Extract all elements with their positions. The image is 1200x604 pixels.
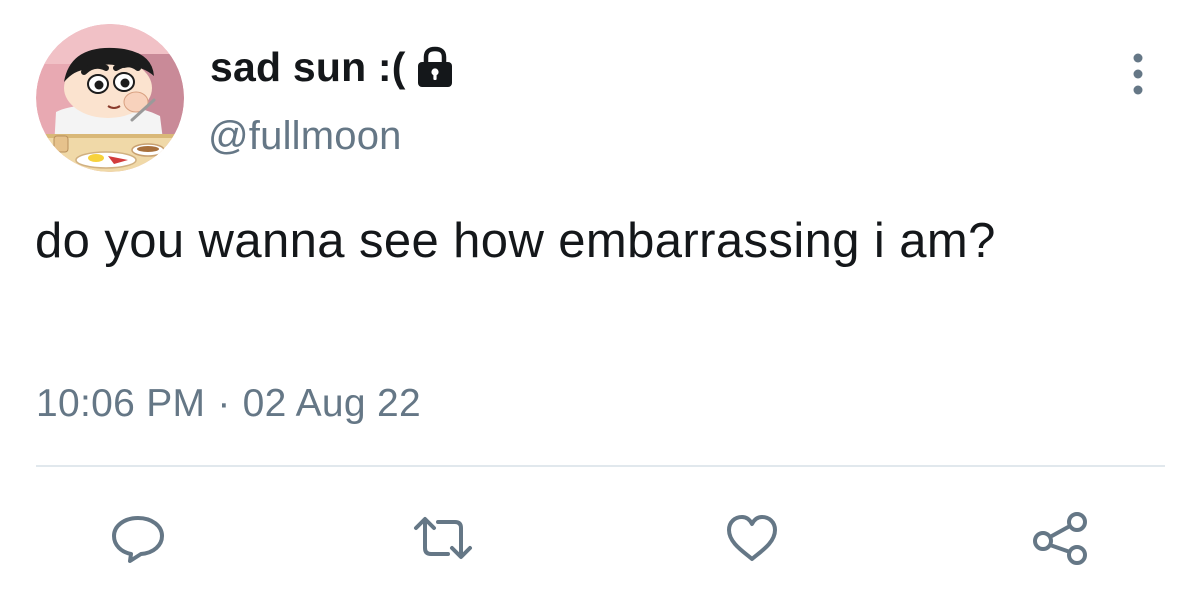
tweet-timestamp[interactable]: 10:06 PM · 02 Aug 22 (36, 382, 421, 426)
heart-icon (724, 513, 780, 563)
tweet-date: 02 Aug 22 (242, 382, 422, 425)
divider (36, 465, 1165, 467)
reply-button[interactable] (108, 508, 168, 568)
share-button[interactable] (1030, 508, 1090, 568)
tweet-text: do you wanna see how embarrassing i am? (35, 214, 996, 268)
user-handle[interactable]: @fullmoon (208, 114, 402, 159)
retweet-button[interactable] (413, 508, 473, 568)
lock-icon (414, 45, 456, 89)
more-vertical-icon[interactable] (1124, 50, 1152, 98)
reply-icon (110, 512, 166, 564)
retweet-icon (412, 514, 474, 562)
tweet-time: 10:06 PM (36, 382, 206, 425)
like-button[interactable] (722, 508, 782, 568)
display-name-row[interactable]: sad sun :( (210, 40, 456, 94)
meta-separator: · (217, 382, 231, 425)
avatar[interactable] (36, 24, 184, 172)
display-name[interactable]: sad sun :( (210, 44, 406, 91)
avatar-image (36, 24, 184, 172)
share-icon (1031, 511, 1089, 565)
